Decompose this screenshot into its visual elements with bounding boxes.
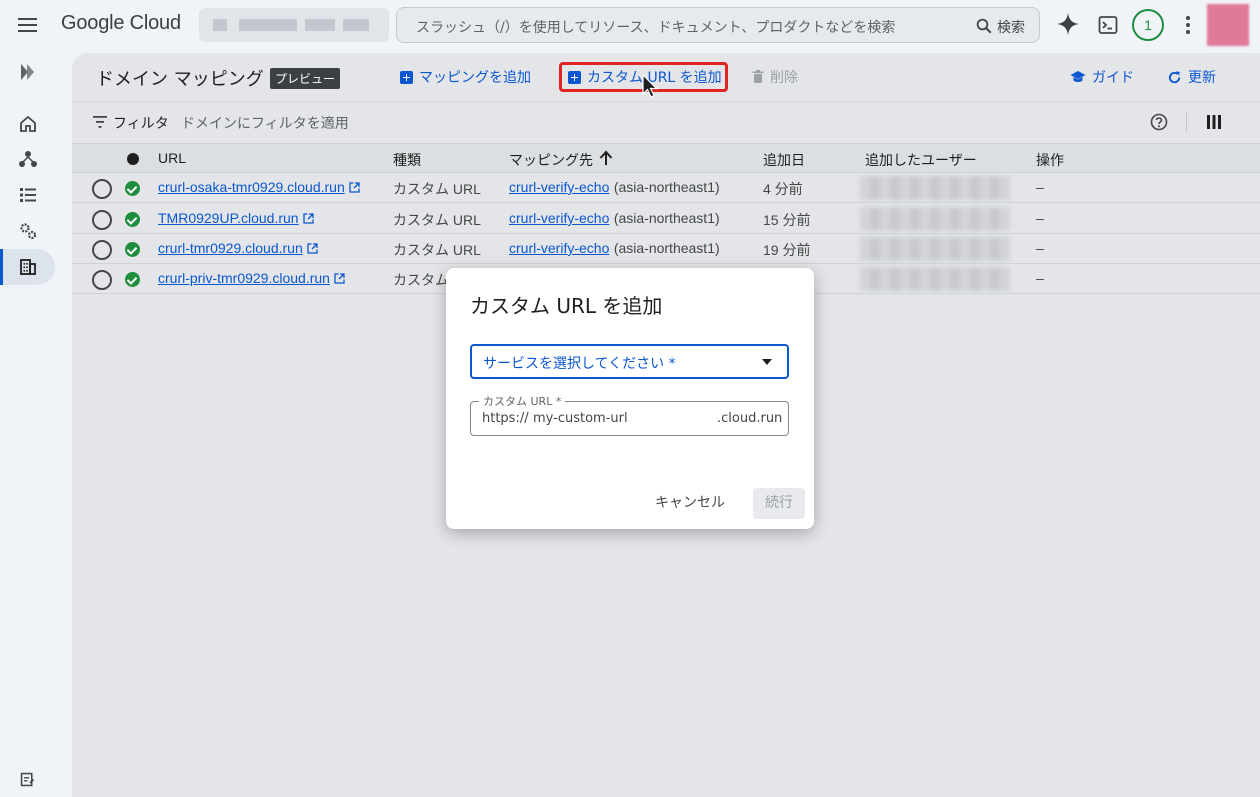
custom-url-field[interactable]: カスタム URL * https:// my-custom-url .cloud…: [470, 393, 789, 436]
dialog-title: カスタム URL を追加: [470, 294, 663, 318]
continue-button[interactable]: 続行: [753, 488, 805, 519]
custom-url-input[interactable]: my-custom-url: [533, 411, 628, 426]
add-custom-url-dialog: カスタム URL を追加 サービスを選択してください * カスタム URL * …: [446, 268, 814, 529]
service-select[interactable]: サービスを選択してください *: [470, 344, 789, 379]
cancel-button[interactable]: キャンセル: [655, 492, 725, 512]
service-select-placeholder: サービスを選択してください *: [483, 356, 676, 372]
url-prefix: https://: [482, 411, 529, 426]
custom-url-label: カスタム URL *: [479, 393, 566, 409]
mouse-cursor-icon: [642, 74, 658, 98]
dropdown-arrow-icon: [762, 359, 772, 365]
url-suffix: .cloud.run: [717, 411, 783, 426]
